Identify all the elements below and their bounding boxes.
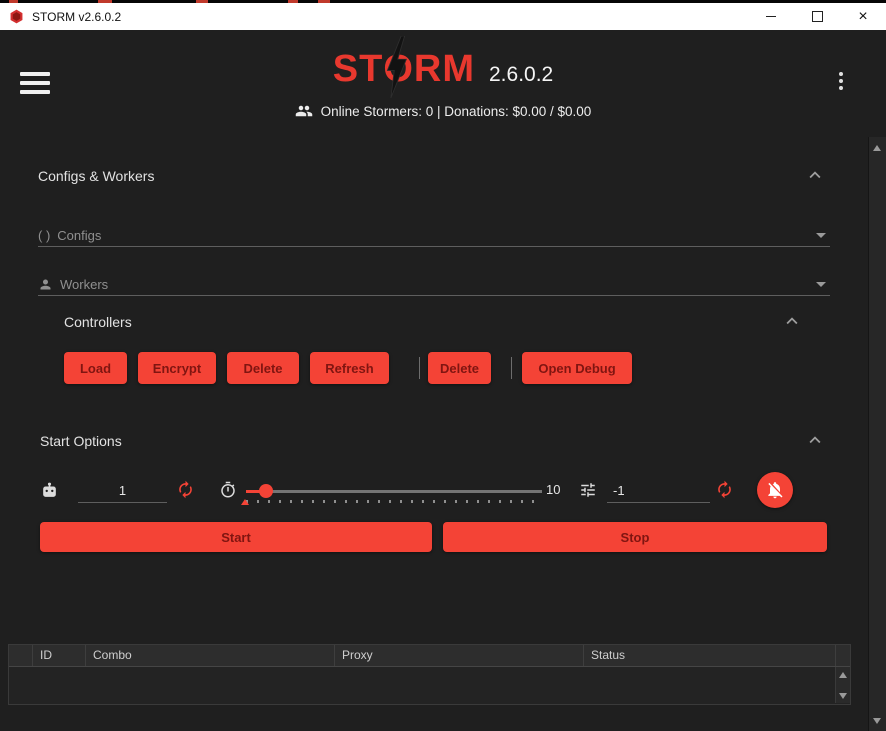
notifications-off-button[interactable] [757,472,793,508]
minimize-button[interactable] [748,3,794,30]
close-icon: × [858,9,867,25]
separator [511,357,512,379]
collapse-controllers-icon[interactable] [781,310,803,332]
arrow-up-icon [873,145,881,151]
maximize-button[interactable] [794,3,840,30]
section-start-options-title: Start Options [40,433,122,449]
bot-icon [40,481,59,500]
infinite-bots-toggle-icon[interactable] [176,480,195,499]
bots-count-input[interactable] [78,478,167,503]
collapse-configs-workers-icon[interactable] [804,164,826,186]
slider-min-marker [241,499,249,505]
logo-text-o: O [383,48,414,90]
timer-icon [219,481,237,499]
minimize-icon [766,16,776,17]
titlebar: STORM v2.6.0.2 × [0,3,886,30]
section-controllers-title: Controllers [64,314,132,330]
infinite-limit-toggle-icon[interactable] [715,480,734,499]
limit-input[interactable] [607,478,710,503]
column-header-status[interactable]: Status [584,645,836,666]
slider-value-label: 10 [546,482,560,497]
timeout-slider[interactable] [246,478,542,506]
app-window: STORM v2.6.0.2 × STORM 2.6.0.2 Online St… [0,0,886,731]
collapse-start-options-icon[interactable] [804,429,826,451]
open-debug-button[interactable]: Open Debug [522,352,632,384]
row-header-column [9,645,33,666]
logo-row: STORM 2.6.0.2 [0,48,886,91]
section-configs-workers-title: Configs & Workers [38,168,154,184]
configs-dropdown-label: Configs [57,228,101,243]
table-scrollbar[interactable] [835,667,850,703]
window-title: STORM v2.6.0.2 [32,10,121,24]
slider-handle[interactable] [259,484,273,498]
encrypt-button[interactable]: Encrypt [138,352,216,384]
version-label: 2.6.0.2 [489,63,553,87]
slider-track[interactable] [246,490,542,493]
results-table: ID Combo Proxy Status [8,644,851,705]
separator [419,357,420,379]
slider-ticks [246,500,542,503]
table-header: ID Combo Proxy Status [9,645,850,667]
close-button[interactable]: × [840,3,886,30]
column-header-proxy[interactable]: Proxy [335,645,584,666]
delete-worker-button[interactable]: Delete [428,352,491,384]
logo-text-rm: RM [414,48,475,91]
kebab-menu-button[interactable] [839,72,843,93]
maximize-icon [812,11,823,22]
chevron-down-icon [816,233,826,238]
person-icon [38,277,53,292]
arrow-down-icon [873,718,881,724]
bell-off-icon [765,480,785,500]
main-scrollbar[interactable] [868,137,886,731]
scroll-down-button[interactable] [869,712,885,729]
column-header-combo[interactable]: Combo [86,645,335,666]
table-scroll-up-button[interactable] [836,668,849,681]
scroll-up-button[interactable] [869,139,885,156]
start-button[interactable]: Start [40,522,432,552]
workers-dropdown[interactable]: Workers [38,273,830,296]
group-icon [295,102,313,120]
stats-row: Online Stormers: 0 | Donations: $0.00 / … [0,102,886,120]
column-header-id[interactable]: ID [33,645,86,666]
app-icon [9,9,24,24]
storm-logo: STORM [333,48,475,91]
delete-button[interactable]: Delete [227,352,299,384]
stop-button[interactable]: Stop [443,522,827,552]
arrow-up-icon [839,672,847,678]
chevron-down-icon [816,282,826,287]
online-donations-stats: Online Stormers: 0 | Donations: $0.00 / … [321,104,592,119]
tune-icon [579,481,597,499]
table-scroll-down-button[interactable] [836,689,849,702]
logo-text-st: ST [333,48,384,91]
parentheses-icon: ( ) [38,228,50,243]
window-controls: × [748,3,886,30]
workers-dropdown-label: Workers [60,277,108,292]
arrow-down-icon [839,693,847,699]
table-body [9,667,850,703]
load-button[interactable]: Load [64,352,127,384]
header-filler [836,645,850,666]
top-strip [0,0,886,3]
refresh-button[interactable]: Refresh [310,352,389,384]
configs-dropdown[interactable]: ( ) Configs [38,224,830,247]
kebab-icon [839,72,843,76]
